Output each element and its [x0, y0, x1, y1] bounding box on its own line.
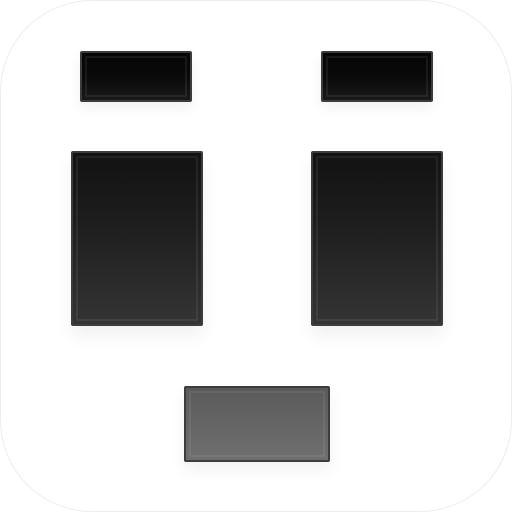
right-eye-block [311, 151, 443, 326]
left-brow-block [80, 51, 192, 102]
mouth-block [184, 386, 330, 462]
left-eye-block [71, 151, 203, 326]
right-brow-block [321, 51, 433, 102]
app-icon-tile [0, 0, 512, 512]
